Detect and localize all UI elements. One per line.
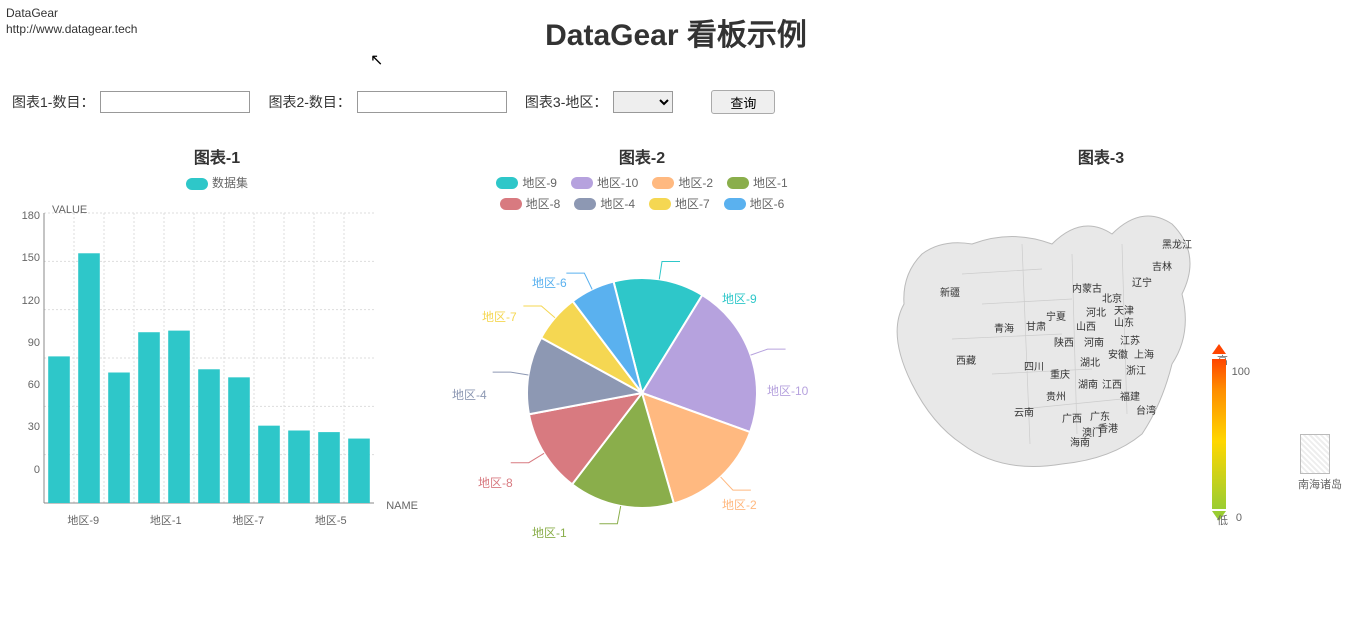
chart-1-legend[interactable]: 数据集 (12, 174, 422, 191)
query-button[interactable]: 查询 (711, 90, 775, 114)
legend-swatch-icon (186, 178, 208, 190)
legend-swatch-icon (571, 177, 593, 189)
legend-item[interactable]: 地区-2 (652, 174, 713, 191)
chart-2-title: 图表-2 (432, 144, 852, 168)
filter-form: 图表1-数目： 图表2-数目： 图表3-地区： 查询 (0, 54, 1352, 124)
pie-slice-label: 地区-4 (452, 386, 487, 403)
field3-label: 图表3-地区： (525, 92, 607, 112)
pie-slice-label: 地区-8 (478, 474, 513, 491)
legend-swatch-icon (500, 198, 522, 210)
legend-swatch-icon (574, 198, 596, 210)
chart1-count-input[interactable] (100, 91, 250, 113)
legend-swatch-icon (496, 177, 518, 189)
pie-slice-label: 地区-2 (722, 496, 757, 513)
chart-1-x-ticks: 地区-9地区-1地区-7地区-5 (42, 512, 372, 528)
legend-swatch-icon (652, 177, 674, 189)
legend-item[interactable]: 地区-8 (500, 195, 561, 212)
legend-swatch-icon (649, 198, 671, 210)
south-sea-label: 南海诸岛 (1298, 476, 1342, 492)
chart-1-panel: 图表-1 数据集 VALUE NAME 1801501209060300 地区-… (12, 144, 422, 538)
chart-1-bars[interactable] (12, 199, 412, 519)
chart-2-panel: 图表-2 地区-9 地区-10 地区-2 地区-1 地区-8 地区-4 地区-7 地区-6 地… (432, 144, 852, 538)
visualmap-low-label: 低 (1217, 512, 1228, 528)
chart2-count-input[interactable] (357, 91, 507, 113)
legend-item[interactable]: 地区-4 (574, 195, 635, 212)
brand-url: http://www.datagear.tech (6, 22, 137, 38)
south-sea-inset (1300, 434, 1330, 474)
chart-1-x-axis-label: NAME (386, 500, 418, 512)
page-title: DataGear 看板示例 (0, 0, 1352, 54)
legend-item[interactable]: 地区-6 (724, 195, 785, 212)
chart-2-pie[interactable]: 地区-9 地区-10 地区-2 地区-1 地区-8 地区-4 地区-7 地区-6 (432, 218, 852, 538)
pie-slice-label: 地区-7 (482, 308, 517, 325)
field1-label: 图表1-数目： (12, 92, 94, 112)
chart-1-y-axis-label: VALUE (52, 204, 87, 216)
legend-item[interactable]: 地区-9 (496, 174, 557, 191)
brand-name: DataGear (6, 6, 137, 22)
visualmap-bar[interactable] (1212, 344, 1226, 524)
legend-swatch-icon (724, 198, 746, 210)
pie-slice-label: 地区-10 (767, 382, 808, 399)
visualmap-max-label: 100 (1232, 366, 1250, 378)
legend-item[interactable]: 地区-1 (727, 174, 788, 191)
visualmap-min-label: 0 (1236, 512, 1242, 524)
chart-3-map[interactable]: 南海诸岛 高 低 100 0 黑龙江吉林辽宁内蒙古北京天津河北山东山西陕西河南江… (862, 174, 1340, 534)
chart-3-title: 图表-3 (862, 144, 1340, 168)
field2-label: 图表2-数目： (268, 92, 350, 112)
pie-slice-label: 地区-1 (532, 524, 567, 541)
chart-1-y-ticks: 1801501209060300 (16, 216, 40, 512)
pie-slice-label: 地区-9 (722, 290, 757, 307)
chart-1-title: 图表-1 (12, 144, 422, 168)
legend-item[interactable]: 地区-10 (571, 174, 638, 191)
pie-slice-label: 地区-6 (532, 274, 567, 291)
legend-item[interactable]: 地区-7 (649, 195, 710, 212)
chart-3-panel: 图表-3 南海诸岛 高 低 100 0 黑龙江吉林辽宁内蒙古北京天津河北山东山西… (862, 144, 1340, 538)
legend-swatch-icon (727, 177, 749, 189)
chart-2-legend[interactable]: 地区-9 地区-10 地区-2 地区-1 地区-8 地区-4 地区-7 地区-6 (432, 174, 852, 212)
chart3-region-select[interactable] (613, 91, 673, 113)
